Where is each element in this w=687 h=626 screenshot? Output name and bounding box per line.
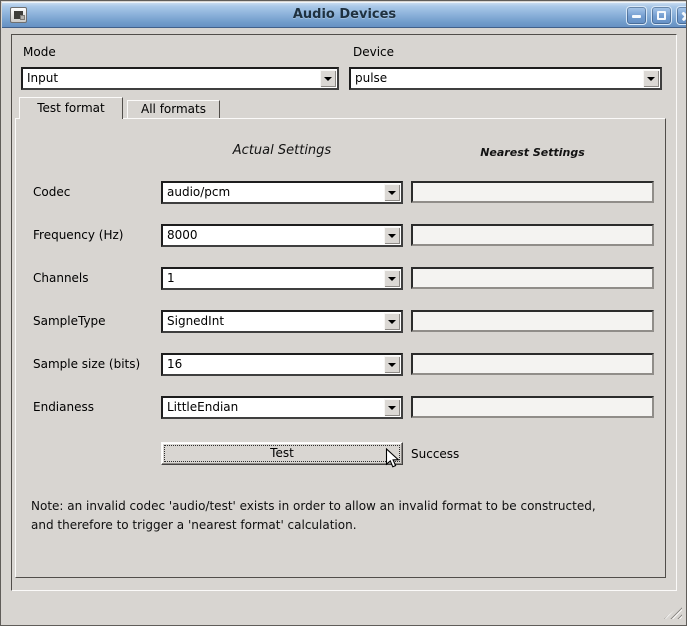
frequency-label: Frequency (Hz): [33, 228, 124, 242]
mode-selected-value: Input: [23, 69, 320, 88]
caret-down-icon[interactable]: [384, 356, 400, 373]
titlebar[interactable]: Audio Devices: [2, 2, 687, 28]
note-line-2: and therefore to trigger a 'nearest form…: [31, 516, 596, 535]
endianess-select[interactable]: LittleEndian: [161, 396, 403, 419]
note-text: Note: an invalid codec 'audio/test' exis…: [31, 497, 596, 535]
actual-settings-header: Actual Settings: [161, 143, 403, 158]
samplesize-label: Sample size (bits): [33, 357, 140, 371]
caret-down-icon[interactable]: [643, 70, 659, 87]
caret-down-icon[interactable]: [384, 227, 400, 244]
nearest-settings-header: Nearest Settings: [411, 146, 654, 159]
samplesize-nearest-field: [411, 353, 654, 375]
note-line-1: Note: an invalid codec 'audio/test' exis…: [31, 497, 596, 516]
caret-down-icon[interactable]: [320, 70, 336, 87]
resize-grip[interactable]: [664, 604, 682, 619]
codec-select[interactable]: audio/pcm: [161, 181, 403, 204]
close-button[interactable]: [676, 6, 687, 25]
minimize-button[interactable]: [626, 6, 647, 25]
caret-down-icon[interactable]: [384, 270, 400, 287]
endianess-selected-value: LittleEndian: [163, 398, 384, 417]
endianess-nearest-field: [411, 396, 654, 418]
close-icon: [680, 10, 687, 21]
codec-label: Codec: [33, 185, 70, 199]
device-selected-value: pulse: [351, 69, 643, 88]
frequency-selected-value: 8000: [163, 226, 384, 245]
samplesize-selected-value: 16: [163, 355, 384, 374]
caret-down-icon[interactable]: [384, 399, 400, 416]
caret-down-icon[interactable]: [384, 313, 400, 330]
audio-devices-window: Audio Devices Mode Input Device pulse Te…: [0, 0, 687, 626]
tab-test-format[interactable]: Test format: [19, 97, 123, 119]
frequency-nearest-field: [411, 224, 654, 246]
minimize-icon: [632, 15, 641, 18]
samplesize-select[interactable]: 16: [161, 353, 403, 376]
codec-nearest-field: [411, 181, 654, 203]
maximize-button[interactable]: [651, 6, 672, 25]
device-label: Device: [353, 45, 394, 59]
window-title: Audio Devices: [2, 7, 687, 22]
channels-selected-value: 1: [163, 269, 384, 288]
channels-select[interactable]: 1: [161, 267, 403, 290]
tab-all-formats[interactable]: All formats: [127, 100, 220, 118]
channels-label: Channels: [33, 271, 89, 285]
caret-down-icon[interactable]: [384, 184, 400, 201]
channels-nearest-field: [411, 267, 654, 289]
frequency-select[interactable]: 8000: [161, 224, 403, 247]
sampletype-selected-value: SignedInt: [163, 312, 384, 331]
codec-selected-value: audio/pcm: [163, 183, 384, 202]
sampletype-select[interactable]: SignedInt: [161, 310, 403, 333]
test-button[interactable]: Test: [161, 442, 403, 465]
maximize-icon: [657, 11, 666, 20]
mouse-cursor: [385, 448, 401, 474]
sampletype-label: SampleType: [33, 314, 106, 328]
mode-label: Mode: [23, 45, 56, 59]
sampletype-nearest-field: [411, 310, 654, 332]
status-text: Success: [411, 447, 459, 461]
endianess-label: Endianess: [33, 400, 94, 414]
mode-select[interactable]: Input: [21, 67, 339, 90]
device-select[interactable]: pulse: [349, 67, 662, 90]
